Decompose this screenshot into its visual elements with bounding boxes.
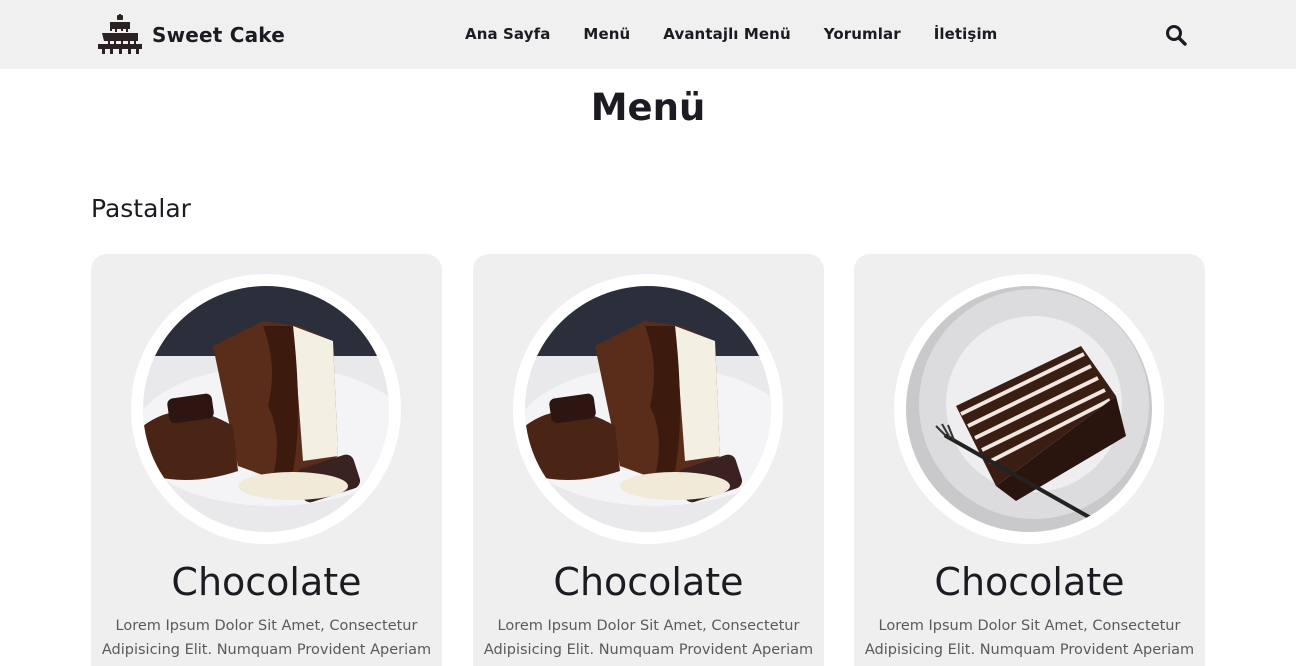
chocolate-lava-cake-photo	[143, 286, 389, 532]
product-name: Chocolate	[171, 560, 362, 604]
product-image-frame	[513, 274, 783, 544]
nav-item-ana-sayfa[interactable]: Ana Sayfa	[465, 25, 550, 43]
product-description: Lorem Ipsum Dolor Sit Amet, Consectetur …	[864, 618, 1195, 658]
nav-item-avantajli-menu[interactable]: Avantajlı Menü	[663, 25, 790, 43]
product-card[interactable]: Chocolate Lorem Ipsum Dolor Sit Amet, Co…	[854, 254, 1205, 666]
product-card[interactable]: Chocolate Lorem Ipsum Dolor Sit Amet, Co…	[473, 254, 824, 666]
cake-icon	[98, 14, 142, 54]
section-title: Pastalar	[91, 194, 191, 223]
nav-item-menu[interactable]: Menü	[583, 25, 630, 43]
product-name: Chocolate	[553, 560, 744, 604]
product-name: Chocolate	[934, 560, 1125, 604]
product-image-frame	[894, 274, 1164, 544]
chocolate-lava-cake-photo	[525, 286, 771, 532]
product-image-frame	[131, 274, 401, 544]
main-nav: Ana Sayfa Menü Avantajlı Menü Yorumlar İ…	[465, 25, 997, 43]
scrollbar[interactable]	[1296, 0, 1305, 666]
product-description: Lorem Ipsum Dolor Sit Amet, Consectetur …	[101, 618, 432, 658]
page-title: Menü	[590, 86, 706, 129]
brand-name: Sweet Cake	[152, 23, 286, 47]
product-description: Lorem Ipsum Dolor Sit Amet, Consectetur …	[483, 618, 814, 658]
product-card[interactable]: Chocolate Lorem Ipsum Dolor Sit Amet, Co…	[91, 254, 442, 666]
navbar: Sweet Cake Ana Sayfa Menü Avantajlı Menü…	[0, 0, 1296, 69]
layered-chocolate-cake-slice-photo	[906, 286, 1152, 532]
nav-item-iletisim[interactable]: İletişim	[934, 25, 998, 43]
nav-item-yorumlar[interactable]: Yorumlar	[824, 25, 901, 43]
brand-logo[interactable]: Sweet Cake	[96, 14, 285, 56]
search-icon[interactable]	[1164, 23, 1188, 47]
